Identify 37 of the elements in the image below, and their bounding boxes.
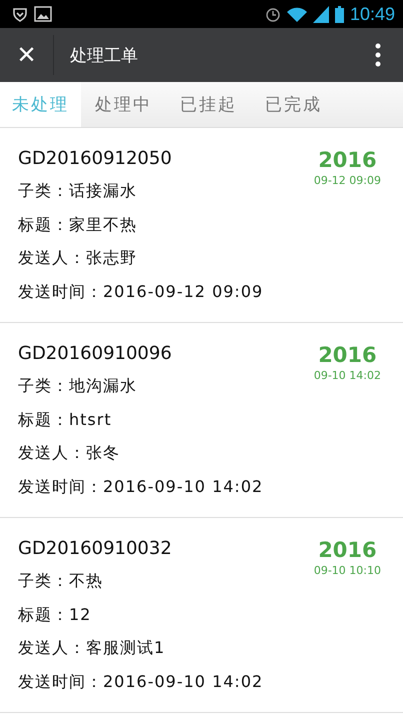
page-title: 处理工单: [70, 44, 139, 66]
order-number: GD20160910096: [18, 343, 173, 366]
order-card[interactable]: GD20160910032 子类：不热 标题：12 发送人：客服测试1 发送时间：2016-09-10 14:02 2016 09-10 10:10: [0, 518, 403, 713]
order-card[interactable]: GD20160912050 子类：话接漏水 标题：家里不热 发送人：张志野 发送时间：2016-09-12 09:09 2016 09-12 09:09: [0, 128, 403, 323]
clock-time: 10:49: [350, 4, 395, 24]
order-date: 09-10 14:02: [314, 369, 381, 382]
order-field: 标题：12: [18, 598, 264, 631]
order-field: 发送人：张志野: [18, 241, 264, 274]
order-date: 09-10 10:10: [314, 564, 381, 577]
order-field: 发送时间：2016-09-10 14:02: [18, 664, 264, 698]
order-year: 2016: [318, 538, 377, 562]
order-field: 子类：不热: [18, 564, 264, 598]
more-icon[interactable]: [375, 43, 381, 67]
tab[interactable]: 已挂起: [166, 82, 251, 127]
order-field: 标题：家里不热: [18, 208, 264, 241]
order-date: 09-12 09:09: [314, 174, 381, 187]
order-number: GD20160910032: [18, 538, 173, 561]
order-field: 子类：地沟漏水: [18, 369, 264, 402]
alarm-icon: [264, 6, 281, 22]
order-number: GD20160912050: [18, 148, 173, 171]
close-button[interactable]: ✕: [0, 35, 54, 75]
image-icon: [34, 6, 52, 22]
shield-icon: [12, 6, 28, 22]
order-field: 标题：htsrt: [18, 402, 264, 436]
battery-icon: [334, 6, 344, 22]
order-year: 2016: [318, 148, 377, 172]
wifi-icon: [286, 6, 307, 22]
order-field: 子类：话接漏水: [18, 174, 264, 208]
order-field: 发送人：客服测试1: [18, 631, 264, 664]
order-field: 发送时间：2016-09-10 14:02: [18, 470, 264, 503]
order-card[interactable]: GD20160910096 子类：地沟漏水 标题：htsrt 发送人：张冬 发送时间：2016-09-10 14:02 2016 09-10 14:02: [0, 323, 403, 518]
order-year: 2016: [318, 343, 377, 367]
order-field: 发送时间：2016-09-12 09:09: [18, 274, 264, 308]
tab[interactable]: 处理中: [81, 82, 166, 127]
order-field: 发送人：张冬: [18, 436, 264, 470]
tab[interactable]: 已完成: [251, 82, 336, 127]
signal-icon: [312, 6, 329, 22]
